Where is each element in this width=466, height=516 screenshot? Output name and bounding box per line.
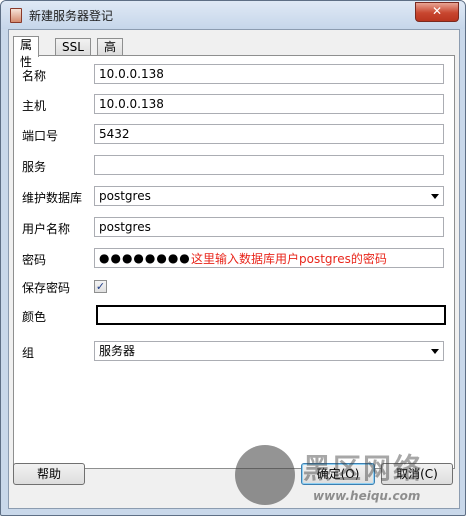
service-label: 服务 [22, 160, 47, 174]
tab-ssl[interactable]: SSL [55, 38, 91, 56]
maintenance-db-label: 维护数据库 [22, 191, 83, 205]
username-field[interactable]: postgres [94, 217, 444, 237]
name-field[interactable]: 10.0.0.138 [94, 64, 444, 84]
app-icon [10, 8, 22, 23]
title-bar[interactable]: 新建服务器登记 ✕ [1, 1, 465, 29]
ok-button[interactable]: 确定(O) [301, 463, 375, 485]
username-label: 用户名称 [22, 222, 71, 236]
password-value: ●●●●●●●● [99, 251, 191, 265]
maintenance-db-value: postgres [99, 189, 151, 203]
group-dropdown[interactable]: 服务器 [94, 341, 444, 361]
close-button[interactable]: ✕ [415, 2, 459, 22]
chevron-down-icon[interactable] [431, 349, 439, 354]
tab-advanced[interactable]: 高级 [97, 38, 124, 71]
dialog-body: 属性 SSL 高级 名称 10.0.0.138 主机 10.0.0.138 端口… [8, 29, 460, 509]
properties-panel: 名称 10.0.0.138 主机 10.0.0.138 端口号 5432 服务 … [13, 55, 455, 469]
color-label: 颜色 [22, 310, 47, 324]
chevron-down-icon[interactable] [431, 194, 439, 199]
maintenance-db-dropdown[interactable]: postgres [94, 186, 444, 206]
color-picker[interactable] [96, 305, 446, 325]
password-annotation: 这里输入数据库用户postgres的密码 [191, 252, 387, 266]
dialog-window: 新建服务器登记 ✕ 属性 SSL 高级 名称 10.0.0.138 主机 10.… [0, 0, 466, 516]
password-label: 密码 [22, 253, 47, 267]
host-field[interactable]: 10.0.0.138 [94, 94, 444, 114]
port-field[interactable]: 5432 [94, 124, 444, 144]
cancel-button[interactable]: 取消(C) [381, 463, 453, 485]
service-field[interactable] [94, 155, 444, 175]
save-password-label: 保存密码 [22, 281, 71, 295]
help-button[interactable]: 帮助 [13, 463, 85, 485]
port-label: 端口号 [22, 129, 59, 143]
window-title: 新建服务器登记 [29, 9, 114, 23]
save-password-checkbox[interactable]: ✓ [94, 280, 107, 293]
tab-properties[interactable]: 属性 [13, 36, 40, 69]
password-field[interactable]: ●●●●●●●● 这里输入数据库用户postgres的密码 [94, 248, 444, 268]
group-value: 服务器 [99, 344, 136, 358]
group-label: 组 [22, 346, 35, 360]
host-label: 主机 [22, 99, 47, 113]
